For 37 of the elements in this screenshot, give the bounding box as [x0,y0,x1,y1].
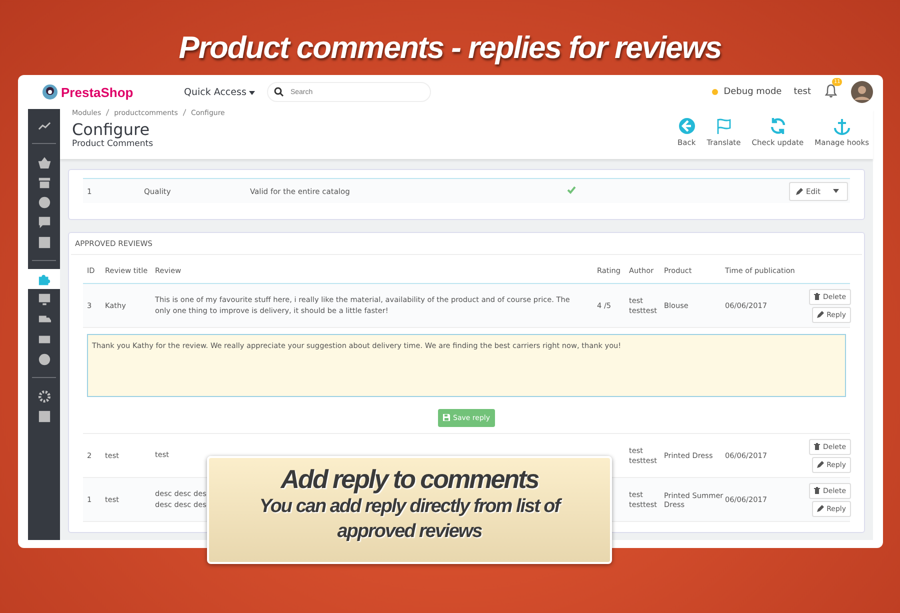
user-name[interactable]: test [794,87,811,97]
debug-dot [712,89,718,95]
trash-icon [814,442,820,450]
refresh-icon [768,117,787,135]
pencil-icon [816,460,824,468]
search-icon[interactable] [274,87,284,97]
puzzle-icon [38,272,50,286]
monitor-icon [38,292,50,306]
breadcrumb-separator [106,109,110,116]
gear-icon [38,390,50,402]
trash-icon [814,486,820,494]
pencil-icon [816,310,824,318]
anchor-icon [832,117,851,135]
back-icon [678,117,696,135]
page-subtitle: Product Comments [72,139,154,149]
floppy-disk-icon [443,414,450,421]
debug-mode-label[interactable]: Debug mode [724,87,782,97]
callout-title: Add reply to comments [279,464,540,495]
bell-icon[interactable] [825,84,837,98]
caret-icon [249,90,256,94]
logo-text[interactable]: PrestaShop [61,84,134,100]
breadcrumb-separator [182,109,186,116]
chat-icon [38,216,50,228]
logo-icon [42,84,58,100]
trash-icon [814,292,820,300]
banner-title: Product comments - replies for reviews [178,29,722,67]
caret-icon [832,189,839,193]
pencil-icon [796,188,803,194]
quick-access-menu[interactable]: Quick Access [178,86,262,98]
page-title: Configure [72,120,151,139]
callout-text: You can add reply directly from list of approved reviews [258,495,563,544]
flag-icon [714,117,733,135]
avatar[interactable] [851,81,873,103]
pencil-icon [816,504,824,512]
basket-icon [38,156,50,168]
dropdown-toggle[interactable] [826,182,848,200]
store-icon [38,176,50,188]
